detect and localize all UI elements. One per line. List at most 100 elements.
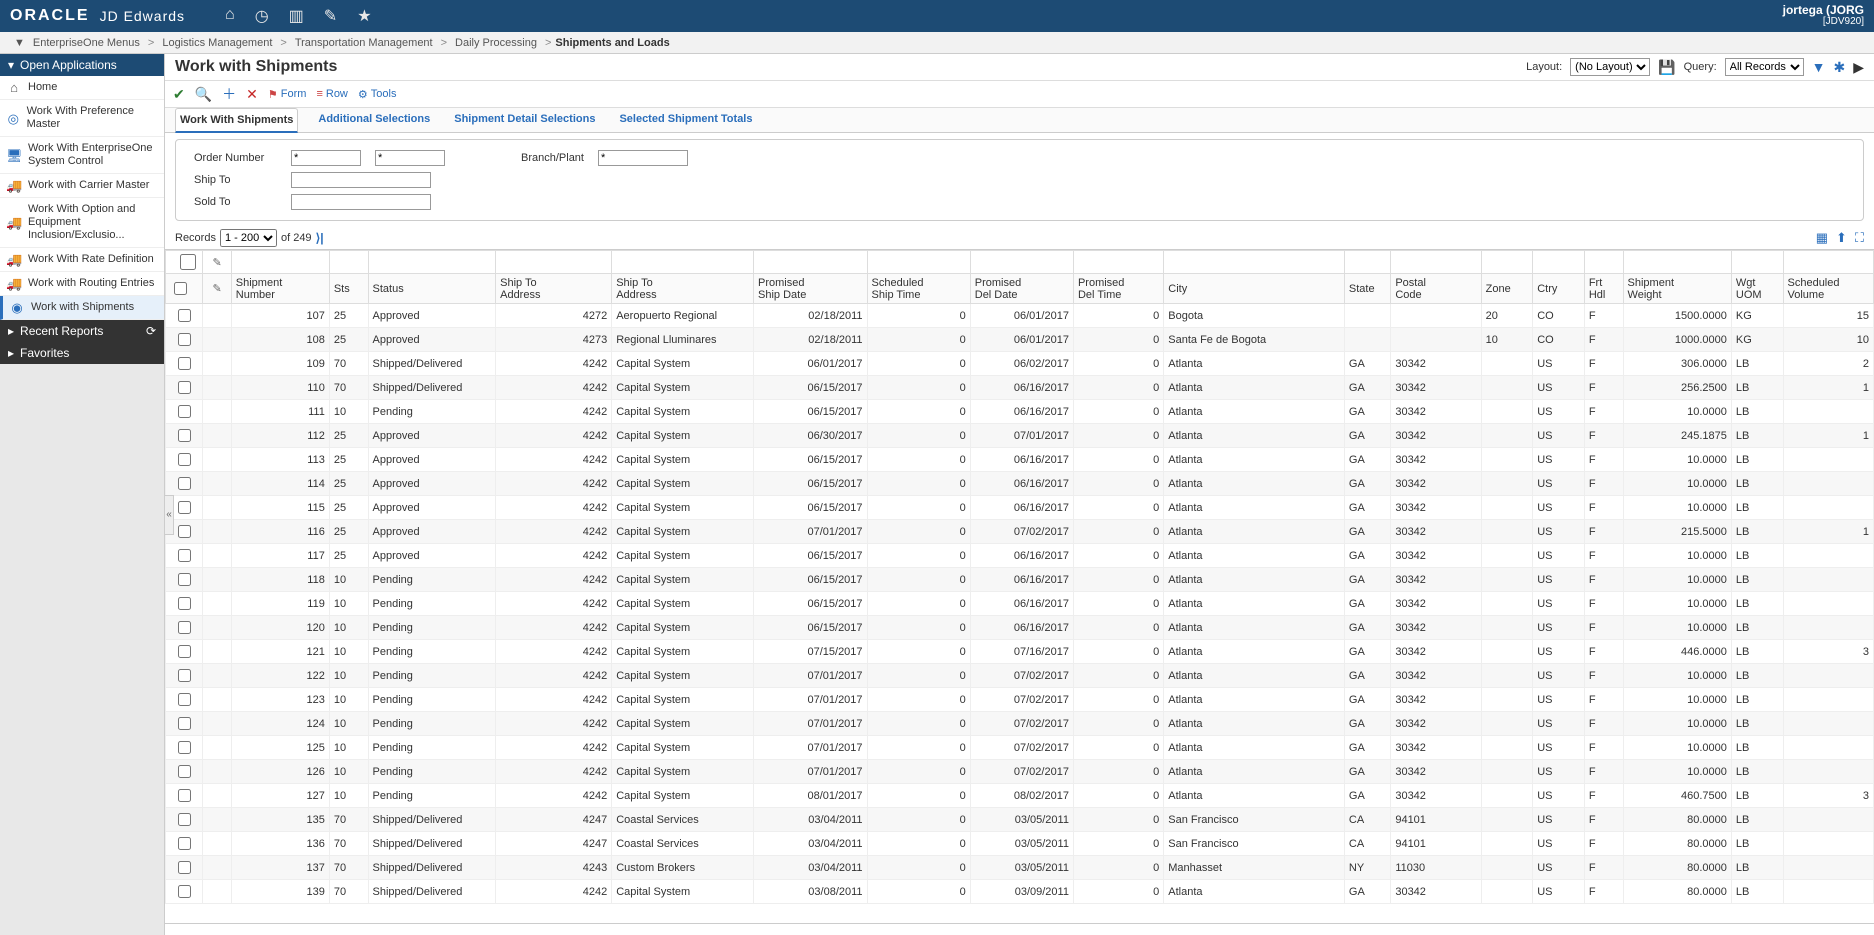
row-checkbox[interactable] bbox=[178, 861, 191, 874]
breadcrumb-item[interactable]: Logistics Management bbox=[162, 37, 272, 49]
row-checkbox[interactable] bbox=[178, 813, 191, 826]
grid-column-header[interactable]: PostalCode bbox=[1391, 274, 1481, 304]
grid-column-header[interactable]: PromisedShip Date bbox=[754, 274, 868, 304]
grid-column-header[interactable]: City bbox=[1164, 274, 1345, 304]
table-row[interactable]: 11625Approved4242Capital System07/01/201… bbox=[166, 520, 1874, 544]
grid-filter-input[interactable] bbox=[1784, 254, 1874, 270]
row-checkbox[interactable] bbox=[178, 477, 191, 490]
row-checkbox[interactable] bbox=[178, 693, 191, 706]
branch-plant-input[interactable] bbox=[598, 150, 688, 166]
grid-column-header[interactable]: Zone bbox=[1481, 274, 1533, 304]
table-row[interactable]: 13570Shipped/Delivered4247Coastal Servic… bbox=[166, 808, 1874, 832]
grid-column-header[interactable]: PromisedDel Time bbox=[1073, 274, 1163, 304]
table-row[interactable]: 11810Pending4242Capital System06/15/2017… bbox=[166, 568, 1874, 592]
grid-column-header[interactable]: State bbox=[1344, 274, 1390, 304]
filter-icon[interactable]: ▼ bbox=[1812, 59, 1826, 75]
grid-column-header[interactable]: Ship ToAddress bbox=[612, 274, 754, 304]
table-row[interactable]: 11325Approved4242Capital System06/15/201… bbox=[166, 448, 1874, 472]
grid-column-header[interactable]: ShipmentNumber bbox=[231, 274, 329, 304]
horizontal-scrollbar[interactable] bbox=[165, 923, 1874, 935]
grid-column-header[interactable]: ScheduledVolume bbox=[1783, 274, 1874, 304]
grid-filter-input[interactable] bbox=[1482, 254, 1533, 270]
grid-filter-input[interactable] bbox=[1164, 254, 1344, 270]
row-checkbox[interactable] bbox=[178, 429, 191, 442]
grid-column-header[interactable]: Ctry bbox=[1533, 274, 1585, 304]
breadcrumb-item[interactable]: Daily Processing bbox=[455, 37, 537, 49]
row-checkbox[interactable] bbox=[178, 597, 191, 610]
ok-button[interactable]: ✔ bbox=[173, 86, 185, 103]
grid-filter-input[interactable] bbox=[330, 254, 368, 270]
save-layout-icon[interactable]: 💾 bbox=[1658, 59, 1675, 76]
table-row[interactable]: 11425Approved4242Capital System06/15/201… bbox=[166, 472, 1874, 496]
layout-select[interactable]: (No Layout) bbox=[1570, 58, 1650, 76]
grid-filter-input[interactable] bbox=[496, 254, 611, 270]
edit-icon[interactable]: ✎ bbox=[324, 6, 337, 26]
sidebar-item[interactable]: 🚚Work with Routing Entries bbox=[0, 272, 164, 296]
add-button[interactable]: ＋ bbox=[222, 84, 236, 104]
tools-menu[interactable]: ⚙Tools bbox=[358, 88, 397, 101]
grid-export-icon[interactable]: ⬆ bbox=[1836, 230, 1847, 246]
breadcrumb-item[interactable]: Transportation Management bbox=[295, 37, 433, 49]
breadcrumb-toggle[interactable]: ▼ bbox=[14, 37, 25, 49]
row-checkbox[interactable] bbox=[178, 765, 191, 778]
grid-column-header[interactable]: ✎ bbox=[203, 274, 231, 304]
row-checkbox[interactable] bbox=[178, 453, 191, 466]
tab[interactable]: Additional Selections bbox=[314, 108, 434, 132]
tab[interactable]: Selected Shipment Totals bbox=[615, 108, 756, 132]
table-row[interactable]: 10725Approved4272Aeropuerto Regional02/1… bbox=[166, 304, 1874, 328]
banner-user[interactable]: jortega (JORG [JDV920] bbox=[1783, 4, 1864, 28]
row-checkbox[interactable] bbox=[178, 645, 191, 658]
select-all-checkbox[interactable] bbox=[170, 254, 206, 270]
row-checkbox[interactable] bbox=[178, 525, 191, 538]
close-button[interactable]: ✕ bbox=[246, 86, 258, 103]
grid-column-header[interactable]: WgtUOM bbox=[1731, 274, 1783, 304]
grid-filter-input[interactable] bbox=[612, 254, 753, 270]
grid-column-header[interactable]: ShipmentWeight bbox=[1623, 274, 1731, 304]
grid-filter-input[interactable] bbox=[232, 254, 329, 270]
row-checkbox[interactable] bbox=[178, 405, 191, 418]
records-last-button[interactable]: ⟩| bbox=[316, 231, 324, 245]
clock-icon[interactable]: ◷ bbox=[255, 6, 269, 26]
sidebar-item[interactable]: 🚚Work with Carrier Master bbox=[0, 174, 164, 198]
sidebar-item[interactable]: ◎Work With Preference Master bbox=[0, 100, 164, 137]
advanced-query-icon[interactable]: ✱ bbox=[1833, 59, 1845, 76]
row-checkbox[interactable] bbox=[178, 741, 191, 754]
grid-filter-input[interactable] bbox=[1585, 254, 1623, 270]
table-row[interactable]: 12010Pending4242Capital System06/15/2017… bbox=[166, 616, 1874, 640]
grid-filter-input[interactable] bbox=[1533, 254, 1584, 270]
row-checkbox[interactable] bbox=[178, 309, 191, 322]
table-row[interactable]: 12210Pending4242Capital System07/01/2017… bbox=[166, 664, 1874, 688]
order-number-input-2[interactable] bbox=[375, 150, 445, 166]
grid-filter-input[interactable] bbox=[1074, 254, 1163, 270]
records-range-select[interactable]: 1 - 200 bbox=[220, 229, 277, 247]
table-row[interactable]: 12110Pending4242Capital System07/15/2017… bbox=[166, 640, 1874, 664]
sold-to-input[interactable] bbox=[291, 194, 431, 210]
header-checkbox[interactable] bbox=[174, 282, 187, 295]
table-row[interactable]: 11725Approved4242Capital System06/15/201… bbox=[166, 544, 1874, 568]
row-checkbox[interactable] bbox=[178, 717, 191, 730]
table-row[interactable]: 10970Shipped/Delivered4242Capital System… bbox=[166, 352, 1874, 376]
sidebar-item[interactable]: 🖥Work With EnterpriseOne System Control bbox=[0, 137, 164, 174]
table-row[interactable]: 12410Pending4242Capital System07/01/2017… bbox=[166, 712, 1874, 736]
grid-filter-input[interactable] bbox=[868, 254, 970, 270]
table-row[interactable]: 10825Approved4273Regional Lluminares02/1… bbox=[166, 328, 1874, 352]
grid-filter-input[interactable] bbox=[1345, 254, 1390, 270]
search-button[interactable]: 🔍 bbox=[195, 86, 212, 103]
row-checkbox[interactable] bbox=[178, 621, 191, 634]
grid-filter-input[interactable] bbox=[1732, 254, 1783, 270]
table-row[interactable]: 12710Pending4242Capital System08/01/2017… bbox=[166, 784, 1874, 808]
grid-filter-input[interactable] bbox=[1624, 254, 1731, 270]
grid-filter-input[interactable] bbox=[1391, 254, 1480, 270]
ship-to-input[interactable] bbox=[291, 172, 431, 188]
sidebar-item[interactable]: ◉Work with Shipments bbox=[0, 296, 164, 320]
grid-column-header[interactable]: Ship ToAddress bbox=[496, 274, 612, 304]
grid-column-header[interactable]: FrtHdl bbox=[1584, 274, 1623, 304]
table-row[interactable]: 12510Pending4242Capital System07/01/2017… bbox=[166, 736, 1874, 760]
row-menu[interactable]: ≡Row bbox=[316, 88, 347, 100]
grid-column-header[interactable]: ScheduledShip Time bbox=[867, 274, 970, 304]
sidebar-item[interactable]: ⌂Home bbox=[0, 76, 164, 100]
grid-filter-input[interactable] bbox=[971, 254, 1073, 270]
row-checkbox[interactable] bbox=[178, 789, 191, 802]
query-select[interactable]: All Records bbox=[1725, 58, 1804, 76]
row-checkbox[interactable] bbox=[178, 885, 191, 898]
